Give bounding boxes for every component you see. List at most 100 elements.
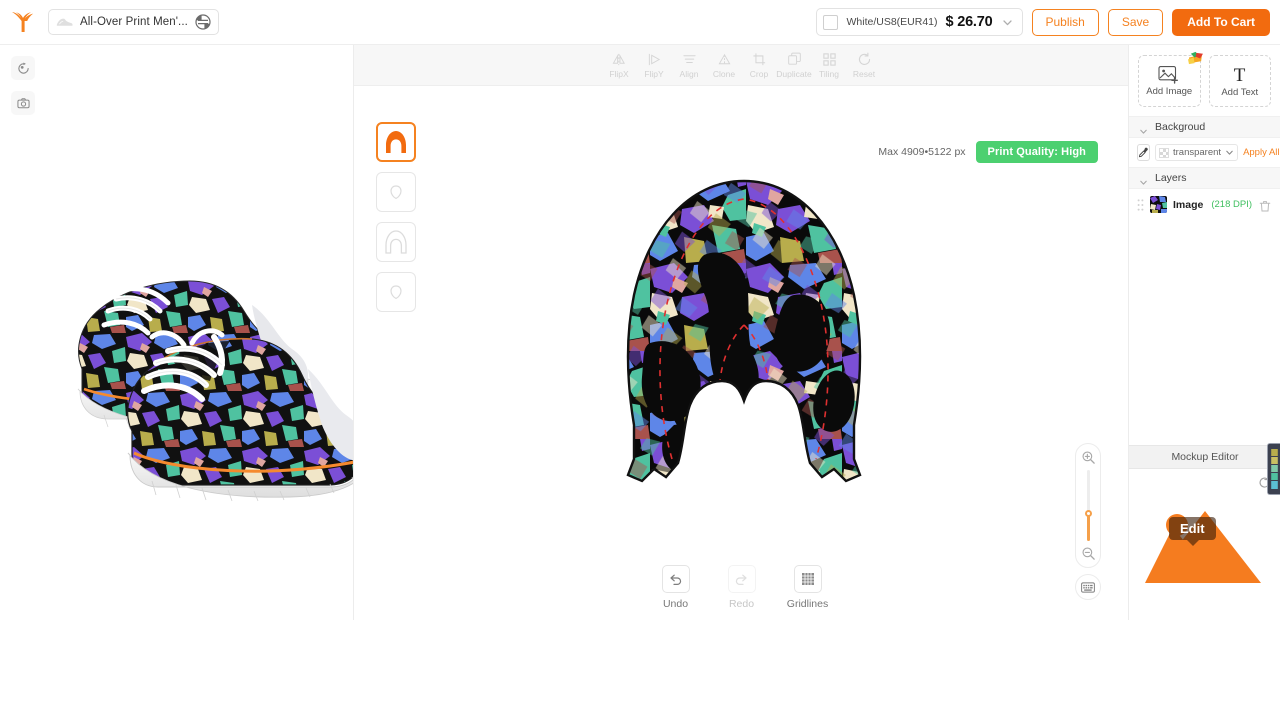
part-insole-button[interactable]: [376, 272, 416, 312]
tool-align[interactable]: Align: [672, 52, 706, 79]
screenshot-button[interactable]: [11, 91, 35, 115]
chevron-down-icon: [1139, 174, 1148, 185]
layer-row[interactable]: Image (218 DPI): [1129, 189, 1280, 220]
redo-button[interactable]: Redo: [718, 565, 766, 610]
undo-button[interactable]: Undo: [652, 565, 700, 610]
tool-label: Duplicate: [776, 68, 812, 79]
delete-layer-button[interactable]: [1259, 199, 1271, 211]
gridlines-label: Gridlines: [786, 598, 829, 610]
layer-name: Image: [1173, 198, 1204, 211]
print-quality-row: Max 4909•5122 px Print Quality: High: [878, 141, 1098, 163]
zoom-track[interactable]: [1084, 470, 1092, 541]
tool-label: FlipY: [644, 68, 664, 79]
variant-label: White/US8(EUR41): [846, 16, 938, 28]
part-tongue-button[interactable]: [376, 172, 416, 212]
redo-box: [727, 565, 756, 593]
design-toolbar: FlipX FlipY Align Clone Crop Duplicate T…: [354, 45, 1129, 86]
tool-label: Crop: [749, 68, 769, 79]
layer-thumbnail: [1150, 196, 1167, 213]
part-lining-button[interactable]: [376, 222, 416, 262]
keyboard-shortcuts-button[interactable]: [1075, 574, 1101, 600]
add-image-label: Add Image: [1146, 86, 1193, 97]
shoe-mockup-image: [77, 280, 353, 502]
zoom-in-icon[interactable]: [1081, 450, 1096, 465]
add-image-button[interactable]: Add Image: [1138, 51, 1203, 107]
duplicate-icon: [787, 52, 801, 65]
design-canvas[interactable]: [554, 175, 934, 525]
undo-box: [661, 565, 690, 593]
undo-label: Undo: [662, 598, 689, 610]
tool-tiling[interactable]: Tiling: [812, 52, 846, 79]
tool-label: Clone: [712, 68, 736, 79]
drag-handle-icon[interactable]: [1137, 198, 1144, 212]
reset-icon: [858, 52, 870, 65]
layers-section-header[interactable]: Layers: [1129, 167, 1280, 189]
eyedropper-button[interactable]: [1137, 144, 1150, 161]
add-image-icon: [1158, 66, 1179, 84]
background-color-select[interactable]: transparent: [1155, 144, 1239, 161]
undo-icon: [670, 574, 682, 585]
zoom-out-icon[interactable]: [1081, 546, 1096, 561]
tool-crop[interactable]: Crop: [742, 52, 776, 79]
tool-label: FlipX: [609, 68, 629, 79]
left-rail: [0, 45, 46, 620]
tool-label: Align: [679, 68, 699, 79]
chevron-down-icon[interactable]: [1001, 16, 1014, 29]
print-design-editor-app: All-Over Print Men'... White/US8(EUR41) …: [0, 0, 1280, 720]
transparent-swatch: [1159, 147, 1169, 158]
zoom-fill: [1086, 514, 1090, 541]
add-to-cart-button[interactable]: Add To Cart: [1172, 8, 1270, 36]
color-swatch-white: [823, 14, 839, 30]
mockup-edit-button[interactable]: Edit: [1169, 517, 1216, 546]
print-quality-badge: Print Quality: High: [975, 141, 1098, 163]
side-drawer-handle[interactable]: [1267, 443, 1280, 495]
zoom-knob[interactable]: [1084, 510, 1092, 518]
tool-flipx[interactable]: FlipX: [602, 52, 636, 79]
eyedropper-icon: [1138, 147, 1148, 158]
clone-icon: [718, 53, 730, 64]
align-icon: [682, 54, 696, 63]
chevron-down-icon: [1226, 150, 1233, 155]
save-button[interactable]: Save: [1107, 8, 1164, 36]
chevron-down-icon: [1139, 123, 1148, 134]
mockup-editor-body: Edit: [1129, 469, 1280, 620]
crop-icon: [752, 52, 765, 65]
mockup-preview[interactable]: [46, 45, 353, 620]
shoe-part-selector: [376, 122, 418, 322]
background-section-title: Backgroud: [1155, 121, 1206, 133]
gridlines-box: [793, 565, 822, 593]
publish-button[interactable]: Publish: [1031, 8, 1099, 36]
right-panel: Add Image T Add Text Backgroud transpare…: [1128, 45, 1280, 620]
swap-product-icon[interactable]: [195, 14, 211, 30]
zoom-slider-control[interactable]: [1075, 443, 1101, 568]
tool-reset[interactable]: Reset: [847, 52, 881, 79]
product-selector[interactable]: All-Over Print Men'...: [48, 9, 219, 35]
shoe-tongue-icon: [390, 185, 402, 200]
drawer-thumbnail-strip: [1268, 444, 1280, 494]
canvas-history-tools: Undo Redo Gridlines: [354, 565, 1129, 610]
tool-clone[interactable]: Clone: [707, 52, 741, 79]
mockup-editor-title: Mockup Editor: [1171, 451, 1239, 463]
svg-text:T: T: [1234, 65, 1246, 85]
variant-price-selector[interactable]: White/US8(EUR41) $ 26.70: [816, 8, 1023, 36]
part-upper-button[interactable]: [376, 122, 416, 162]
redo-icon: [735, 574, 747, 585]
mockup-editor-header[interactable]: Mockup Editor: [1129, 445, 1280, 469]
add-text-icon: T: [1234, 65, 1246, 85]
camera-icon: [16, 97, 30, 108]
background-value: transparent: [1173, 147, 1222, 158]
gridlines-button[interactable]: Gridlines: [784, 565, 832, 610]
background-section-header[interactable]: Backgroud: [1129, 116, 1280, 138]
tool-duplicate[interactable]: Duplicate: [776, 52, 812, 79]
rotate-view-button[interactable]: [11, 56, 35, 80]
variant-price: $ 26.70: [945, 14, 993, 30]
shoe-upper-artwork: [626, 179, 862, 483]
add-element-row: Add Image T Add Text: [1129, 45, 1280, 116]
tool-flipy[interactable]: FlipY: [637, 52, 671, 79]
shoe-upper-icon: [386, 131, 406, 153]
flip-y-icon: [648, 53, 660, 65]
apply-all-button[interactable]: Apply All: [1243, 147, 1279, 158]
top-bar-actions: White/US8(EUR41) $ 26.70 Publish Save Ad…: [816, 8, 1280, 36]
add-text-button[interactable]: T Add Text: [1208, 55, 1271, 107]
brand-logo-button[interactable]: [0, 9, 46, 35]
